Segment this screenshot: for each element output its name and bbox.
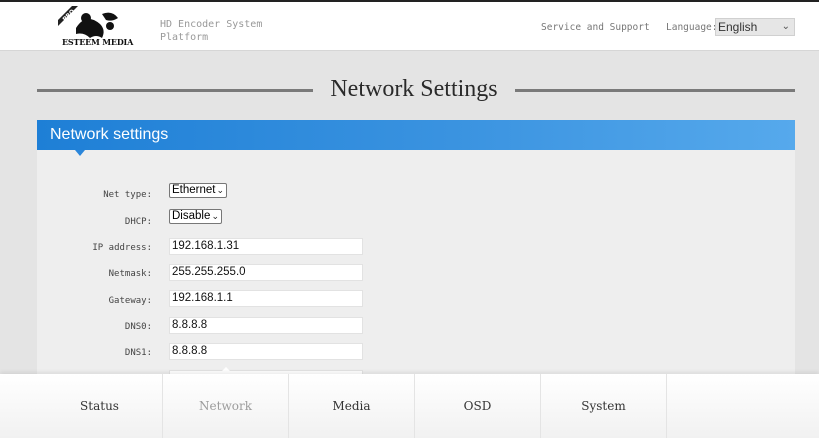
title-divider-right	[515, 89, 795, 92]
tab-media[interactable]: Media	[289, 374, 415, 438]
chevron-down-icon: ⌄	[216, 185, 224, 195]
dns0-field[interactable]: 8.8.8.8	[169, 317, 363, 334]
netmask-label: Netmask:	[108, 269, 152, 279]
language-label: Language:	[666, 22, 718, 33]
netmask-field[interactable]: 255.255.255.0	[169, 264, 363, 281]
chevron-down-icon: ⌄	[211, 211, 219, 221]
dhcp-select[interactable]: Disable ⌄	[169, 209, 222, 224]
tab-status[interactable]: Status	[37, 374, 163, 438]
page-title: Network Settings	[330, 76, 498, 102]
gateway-field[interactable]: 192.168.1.1	[169, 290, 363, 307]
chevron-down-icon: ⌄	[781, 21, 790, 32]
product-name: HD Encoder System Platform	[160, 19, 263, 43]
dhcp-label: DHCP:	[124, 217, 152, 227]
logo-text: ESTEEM MEDIA	[62, 37, 134, 47]
net-type-label: Net type:	[103, 190, 152, 200]
tab-network[interactable]: Network	[163, 374, 289, 438]
header: PRO ESTEEM MEDIA HD Encoder System Platf…	[0, 0, 819, 51]
panel-header: Network settings	[37, 120, 795, 150]
dns1-field[interactable]: 8.8.8.8	[169, 343, 363, 360]
language-select-value: English	[718, 20, 758, 34]
tab-osd[interactable]: OSD	[415, 374, 541, 438]
service-and-support-link[interactable]: Service and Support	[541, 22, 650, 33]
ip-address-label: IP address:	[92, 243, 152, 253]
net-type-select[interactable]: Ethernet ⌄	[169, 183, 227, 198]
tab-system[interactable]: System	[541, 374, 667, 438]
dns0-label: DNS0:	[124, 322, 152, 332]
panel-header-pointer	[75, 150, 85, 156]
gateway-label: Gateway:	[108, 296, 152, 306]
panel-title: Network settings	[50, 126, 169, 143]
active-tab-pointer	[219, 367, 233, 374]
dhcp-value: Disable	[172, 210, 211, 222]
language-select[interactable]: English ⌄	[715, 18, 795, 36]
ip-address-field[interactable]: 192.168.1.31	[169, 238, 363, 255]
net-type-value: Ethernet	[172, 184, 216, 196]
dns1-label: DNS1:	[124, 348, 152, 358]
title-divider-left	[37, 89, 313, 92]
bottom-nav: Status Network Media OSD System	[0, 374, 819, 438]
